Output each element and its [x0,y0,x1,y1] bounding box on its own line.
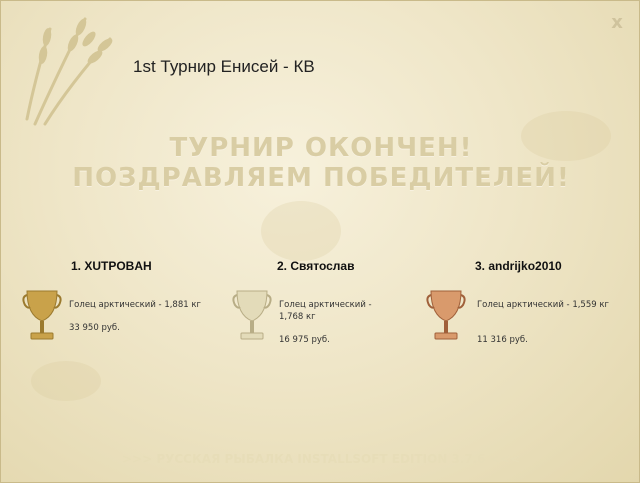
winner-name: 1. XUTPOBAH [71,259,152,273]
footer-version-text: >>> РУССКАЯ РЫБАЛКА INSTALLSOFT EDITION … [121,452,520,466]
catch-info: Голец арктический - 1,768 кг [279,300,372,322]
banner-line-1: ТУРНИР ОКОНЧЕН! [169,133,473,163]
gold-cup-icon [22,290,62,340]
background-blot [261,201,341,261]
catch-info: Голец арктический - 1,881 кг [69,300,201,310]
bronze-cup-icon [426,290,466,340]
winner-name: 3. andrijko2010 [475,259,562,273]
tournament-results-dialog: x 1st Турнир Енисей - КВ ТУРНИР ОКОНЧЕН!… [0,0,640,483]
banner-line-2: ПОЗДРАВЛЯЕМ ПОБЕДИТЕЛЕЙ! [72,163,570,193]
silver-cup-icon [232,290,272,340]
close-button[interactable]: x [609,14,625,32]
prize-amount: 16 975 руб. [279,335,330,345]
window-title: 1st Турнир Енисей - КВ [133,57,315,76]
wheat-logo-icon [25,17,113,126]
background-blot [31,361,101,401]
prize-amount: 33 950 руб. [69,323,120,333]
catch-info: Голец арктический - 1,559 кг [477,300,609,310]
winner-name: 2. Святослав [277,259,355,273]
prize-amount: 11 316 руб. [477,335,528,345]
